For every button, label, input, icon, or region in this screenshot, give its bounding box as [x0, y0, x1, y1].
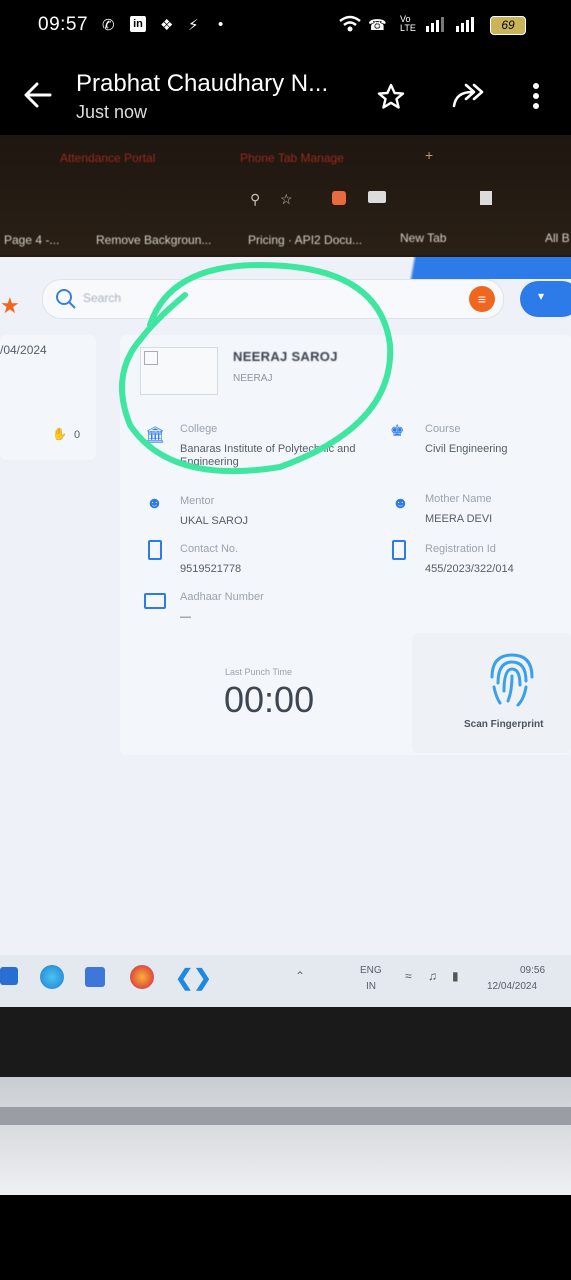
volte-icon: Vo LTE: [400, 14, 416, 33]
browser-tab-1: Attendance Portal: [60, 151, 156, 165]
last-punch-time: 00:00: [224, 679, 315, 720]
firefox-icon: [130, 965, 154, 989]
bookmark-1: Page 4 -...: [4, 233, 60, 247]
mentor-value: UKAL SAROJ: [180, 515, 249, 527]
forward-icon[interactable]: [450, 82, 486, 110]
mentor-label: Mentor: [180, 495, 215, 507]
mother-name-label: Mother Name: [425, 493, 492, 505]
sender-name: Prabhat Chaudhary N...: [76, 70, 329, 97]
battery-level: 69: [501, 18, 515, 32]
windows-taskbar: ❮❯ ⌃ ENG IN ≈ ♫ ▮ 09:56 12/04/2024: [0, 955, 571, 1007]
status-time: 09:57: [38, 14, 89, 35]
bottom-area: [0, 1195, 571, 1280]
aadhaar-label: Aadhaar Number: [180, 591, 264, 603]
bookmark-star-icon: ☆: [280, 191, 293, 207]
back-arrow-icon[interactable]: [22, 80, 54, 110]
signal-icon: [426, 17, 444, 32]
registration-icon: [392, 540, 406, 560]
registration-label: Registration Id: [425, 543, 496, 555]
highlight-circle: [119, 261, 394, 475]
app-icon-3: [85, 967, 105, 987]
region-label: IN: [366, 981, 376, 992]
search-icon: [56, 289, 76, 309]
extension-icon-2: [368, 191, 386, 203]
extension-icon: [332, 191, 346, 205]
signal-icon-2: [456, 17, 474, 32]
laptop-bezel: [0, 1007, 571, 1077]
location-icon: ❖: [160, 17, 174, 34]
battery-icon: 69: [490, 16, 526, 35]
chevron-up-icon: ⌃: [295, 969, 306, 983]
left-summary-card: /04/2024 ✋ 0: [0, 335, 96, 460]
wifi-call-icon: ☎: [368, 17, 387, 34]
browser-tab-2: Phone Tab Manage: [240, 151, 344, 165]
phone-status-bar: 09:57 ✆ in ❖ ⚡︎ • ☎ Vo LTE 69: [0, 0, 571, 50]
course-value: Civil Engineering: [425, 443, 508, 455]
aadhaar-value: —: [180, 611, 191, 623]
bookmark-4: New Tab: [400, 231, 447, 245]
bookmark-2: Remove Backgroun...: [96, 233, 212, 247]
hand-icon: ✋: [52, 427, 67, 441]
id-card-icon: [144, 593, 166, 609]
shared-photo[interactable]: Attendance Portal Phone Tab Manage + ⚲ ☆…: [0, 135, 571, 1195]
dropdown-button[interactable]: ▾: [520, 281, 571, 317]
fingerprint-icon: [490, 653, 534, 707]
dot-icon: •: [218, 16, 224, 33]
edge-icon: [40, 965, 64, 989]
favorite-star-icon[interactable]: ★: [0, 293, 20, 319]
left-count: 0: [74, 429, 81, 441]
contact-value: 9519521778: [180, 563, 242, 575]
battery-small-icon: ▮: [452, 969, 459, 983]
contact-label: Contact No.: [180, 543, 239, 555]
browser-chrome: Attendance Portal Phone Tab Manage + ⚲ ☆…: [0, 135, 571, 255]
laptop-body: [0, 1077, 571, 1195]
left-date: /04/2024: [0, 343, 47, 357]
menu-icon[interactable]: ≡: [469, 286, 495, 312]
registration-value: 455/2023/322/014: [425, 563, 514, 575]
bookmark-5: All B: [545, 231, 570, 245]
new-tab-icon: +: [425, 147, 434, 163]
vscode-icon: ❮❯: [175, 965, 212, 990]
last-punch-label: Last Punch Time: [225, 667, 293, 677]
viewer-header: Prabhat Chaudhary N... Just now: [0, 50, 571, 135]
mother-name-value: MEERA DEVI: [425, 513, 493, 525]
wifi-icon: [339, 15, 361, 32]
phone-icon: [148, 540, 162, 560]
course-label: Course: [425, 423, 461, 435]
more-options-icon[interactable]: [530, 82, 542, 112]
clock-time: 09:56: [520, 965, 546, 976]
clock-date: 12/04/2024: [487, 981, 538, 992]
mother-person-icon: ☻: [392, 495, 409, 512]
chevron-down-icon: ▾: [538, 289, 545, 303]
laptop-hinge: [0, 1107, 571, 1125]
linkedin-icon: in: [130, 16, 146, 32]
zoom-icon: ⚲: [250, 191, 261, 207]
star-icon[interactable]: [376, 82, 406, 112]
timestamp: Just now: [76, 102, 148, 122]
bookmark-3: Pricing · API2 Docu...: [248, 233, 363, 247]
volume-icon: ♫: [428, 969, 437, 983]
app-icon-1: [0, 967, 18, 985]
network-icon: ≈: [405, 969, 412, 983]
scan-fingerprint-button[interactable]: Scan Fingerprint: [412, 633, 571, 753]
scan-fingerprint-label: Scan Fingerprint: [464, 719, 544, 730]
whatsapp-icon: ✆: [102, 17, 115, 34]
language-label: ENG: [360, 965, 382, 976]
extension-icon-3: [480, 191, 492, 205]
bolt-icon: ⚡︎: [188, 17, 199, 34]
mentor-person-icon: ☻: [146, 495, 163, 512]
header-accent: [395, 257, 571, 279]
